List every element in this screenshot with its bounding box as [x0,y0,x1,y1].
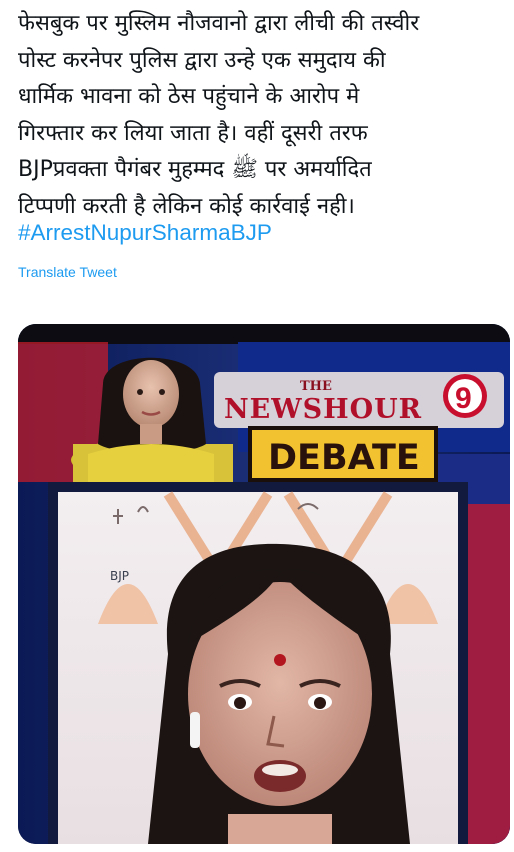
hashtag-link[interactable]: #ArrestNupurSharmaBJP [18,220,272,246]
translate-tweet-link[interactable]: Translate Tweet [18,264,117,280]
bjp-label-text: BJP [110,569,129,583]
guest-figure [148,543,410,844]
tweet-media-image[interactable]: THE NEWSHOUR 9 DEBATE BJP [18,324,510,844]
logo-number-text: 9 [455,382,472,415]
tweet-text-line: पोस्ट करनेपर पुलिस द्वारा उन्हे एक समुदा… [18,47,386,73]
debate-banner-text: DEBATE [268,438,420,478]
tweet-text: फेसबुक पर मुस्लिम नौजवानो द्वारा लीची की… [18,6,498,225]
logo-main-text: NEWSHOUR [224,394,422,425]
logo-the-text: THE [300,379,332,394]
tweet-text-line: धार्मिक भावना को ठेस पहुंचाने के आरोप मे [18,84,360,109]
video-frame: THE NEWSHOUR 9 DEBATE BJP [18,324,510,844]
debate-banner: DEBATE [248,426,438,482]
channel-logo: THE NEWSHOUR 9 [214,372,504,428]
tweet-text-line: गिरफ्तार कर लिया जाता है। वहीं दूसरी तरफ [18,120,368,146]
tweet-text-line: फेसबुक पर मुस्लिम नौजवानो द्वारा लीची की… [18,11,420,36]
tweet-text-line: BJPप्रवक्ता पैगंबर मुहम्मद ﷺ पर अमर्यादि… [18,157,372,182]
